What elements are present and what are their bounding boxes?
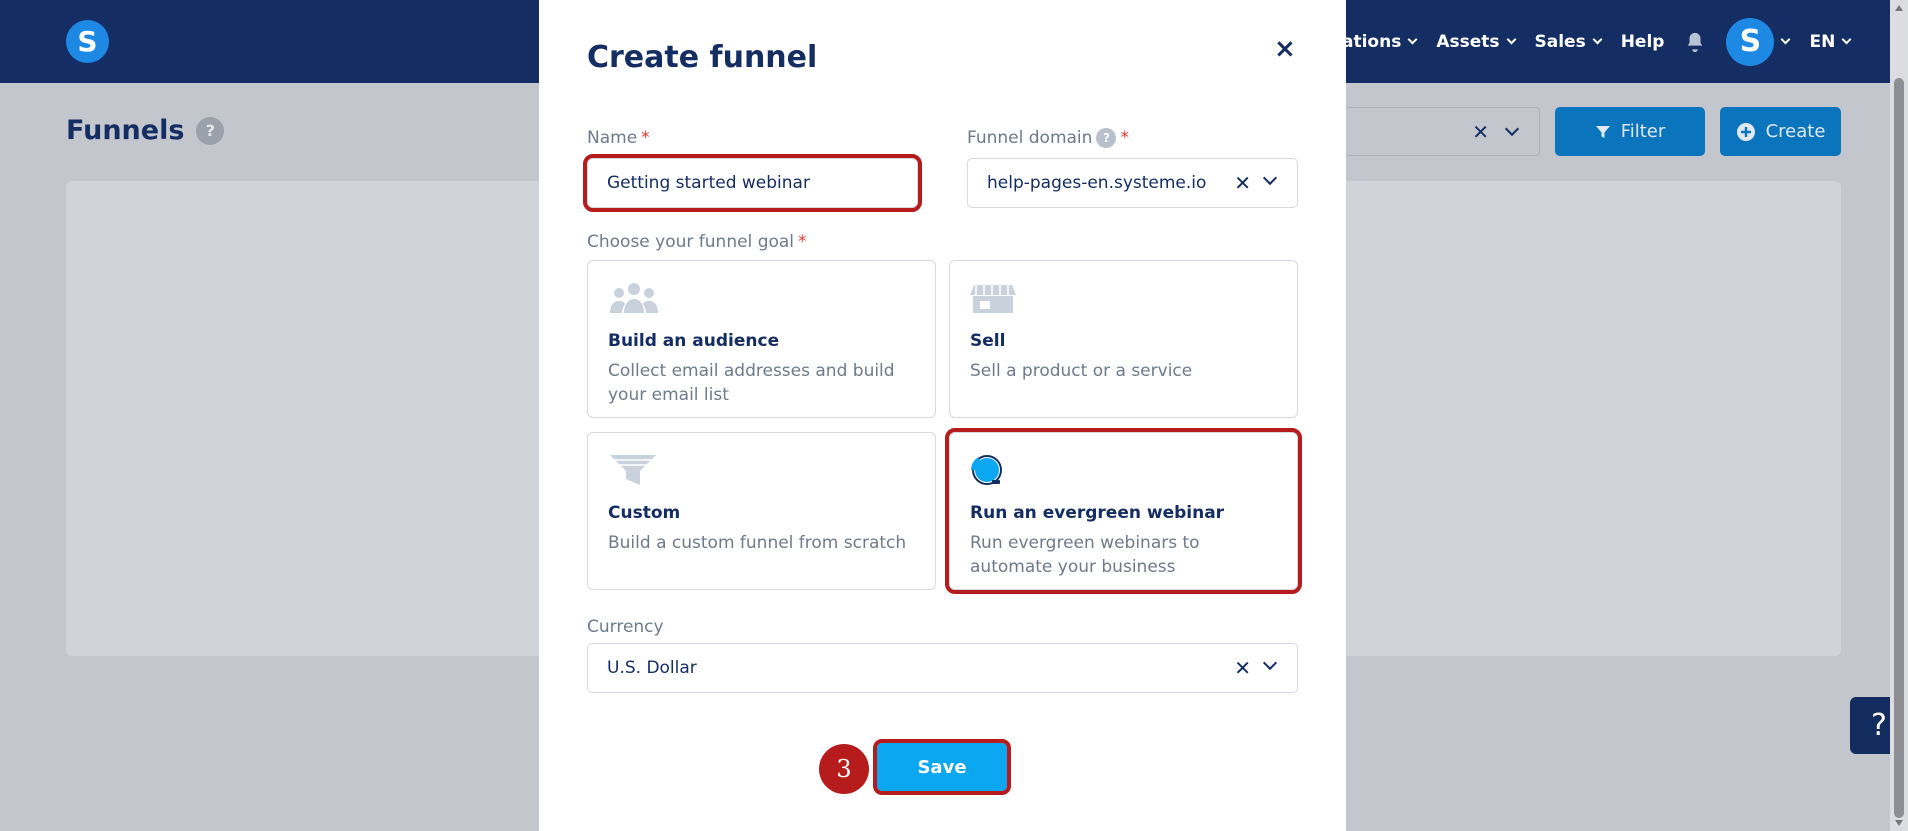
language-selector[interactable]: EN xyxy=(1809,32,1852,52)
funnel-domain-label: Funnel domain ? * xyxy=(967,128,1129,148)
chevron-down-icon[interactable] xyxy=(1504,121,1520,137)
goal-option-custom[interactable]: Custom Build a custom funnel from scratc… xyxy=(587,432,936,590)
chevron-down-icon xyxy=(1781,34,1791,45)
goal-option-sell[interactable]: Sell Sell a product or a service xyxy=(949,260,1298,418)
avatar: S xyxy=(1726,17,1775,66)
clear-icon[interactable]: ✕ xyxy=(1234,656,1251,680)
funnel-goal-label: Choose your funnel goal * xyxy=(587,232,807,252)
filter-icon xyxy=(1595,125,1610,138)
create-funnel-modal: Create funnel × Name * Getting started we… xyxy=(539,0,1346,831)
page-title: Funnels ? xyxy=(66,115,225,146)
chevron-down-icon xyxy=(1506,34,1516,45)
currency-select[interactable]: U.S. Dollar ✕ xyxy=(587,643,1298,693)
app-logo[interactable]: S xyxy=(66,20,109,63)
filter-button[interactable]: Filter xyxy=(1555,107,1705,156)
help-icon[interactable]: ? xyxy=(1096,128,1117,148)
nav-item-assets[interactable]: Assets xyxy=(1436,32,1516,52)
chevron-down-icon xyxy=(1841,34,1852,45)
notifications-button[interactable] xyxy=(1684,31,1706,53)
goal-option-build-audience[interactable]: Build an audience Collect email addresse… xyxy=(587,260,936,418)
scroll-up-icon[interactable] xyxy=(1895,5,1903,11)
funnel-icon xyxy=(610,455,656,485)
funnel-domain-select[interactable]: help-pages-en.systeme.io ✕ xyxy=(967,158,1298,208)
modal-title: Create funnel xyxy=(587,40,818,75)
currency-label: Currency xyxy=(587,617,664,637)
plus-circle-icon xyxy=(1736,122,1755,141)
step-number-badge: 3 xyxy=(819,744,869,794)
nav-item-sales[interactable]: Sales xyxy=(1535,32,1603,52)
help-badge-icon[interactable]: ? xyxy=(196,116,225,145)
nav-item-help[interactable]: Help xyxy=(1621,32,1665,52)
scroll-thumb[interactable] xyxy=(1894,78,1904,818)
nav-item-automations[interactable]: ations xyxy=(1342,32,1418,52)
name-input[interactable]: Getting started webinar xyxy=(583,154,922,212)
save-button[interactable]: Save xyxy=(873,739,1011,795)
scroll-down-icon[interactable] xyxy=(1895,820,1903,826)
chevron-down-icon xyxy=(1592,34,1603,45)
main-nav: ations Assets Sales Help S EN xyxy=(1342,0,1870,83)
store-icon xyxy=(970,285,1016,313)
name-label: Name * xyxy=(587,128,650,148)
bell-icon xyxy=(1688,32,1703,52)
chevron-down-icon[interactable] xyxy=(1262,170,1278,186)
chevron-down-icon xyxy=(1407,34,1418,45)
close-icon[interactable]: × xyxy=(1274,36,1296,62)
clear-icon[interactable]: ✕ xyxy=(1234,171,1251,195)
account-menu[interactable]: S xyxy=(1726,17,1791,66)
webinar-icon xyxy=(971,455,1002,485)
goal-option-evergreen-webinar[interactable]: Run an evergreen webinar Run evergreen w… xyxy=(945,428,1302,594)
clear-icon[interactable]: ✕ xyxy=(1472,120,1489,144)
create-button[interactable]: Create xyxy=(1720,107,1841,156)
chevron-down-icon[interactable] xyxy=(1262,655,1278,671)
audience-icon xyxy=(610,283,658,313)
funnel-filter-select[interactable]: ✕ xyxy=(1320,107,1540,156)
page-scrollbar[interactable] xyxy=(1890,0,1908,831)
